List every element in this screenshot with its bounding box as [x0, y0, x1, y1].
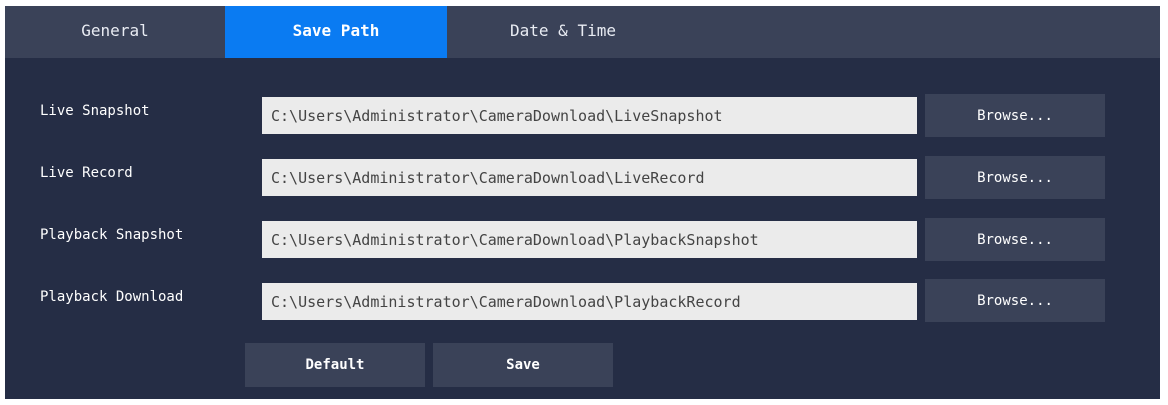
tab-general[interactable]: General [5, 6, 225, 58]
tab-date-time[interactable]: Date & Time [447, 6, 679, 58]
playback-download-browse-button[interactable]: Browse... [925, 279, 1105, 322]
playback-download-path-field[interactable] [262, 283, 917, 320]
live-snapshot-path-field[interactable] [262, 97, 917, 134]
live-record-path-field[interactable] [262, 159, 917, 196]
playback-download-label: Playback Download [40, 289, 184, 305]
save-path-panel: General Save Path Date & Time Live Snaps… [5, 6, 1160, 399]
tab-bar: General Save Path Date & Time [5, 6, 1160, 58]
save-button[interactable]: Save [433, 343, 613, 387]
playback-snapshot-browse-button[interactable]: Browse... [925, 218, 1105, 261]
live-snapshot-browse-button[interactable]: Browse... [925, 94, 1105, 137]
tab-save-path[interactable]: Save Path [225, 6, 447, 58]
live-snapshot-label: Live Snapshot [40, 103, 150, 119]
live-record-label: Live Record [40, 165, 133, 181]
playback-snapshot-path-field[interactable] [262, 221, 917, 258]
live-record-browse-button[interactable]: Browse... [925, 156, 1105, 199]
default-button[interactable]: Default [245, 343, 425, 387]
playback-snapshot-label: Playback Snapshot [40, 227, 184, 243]
